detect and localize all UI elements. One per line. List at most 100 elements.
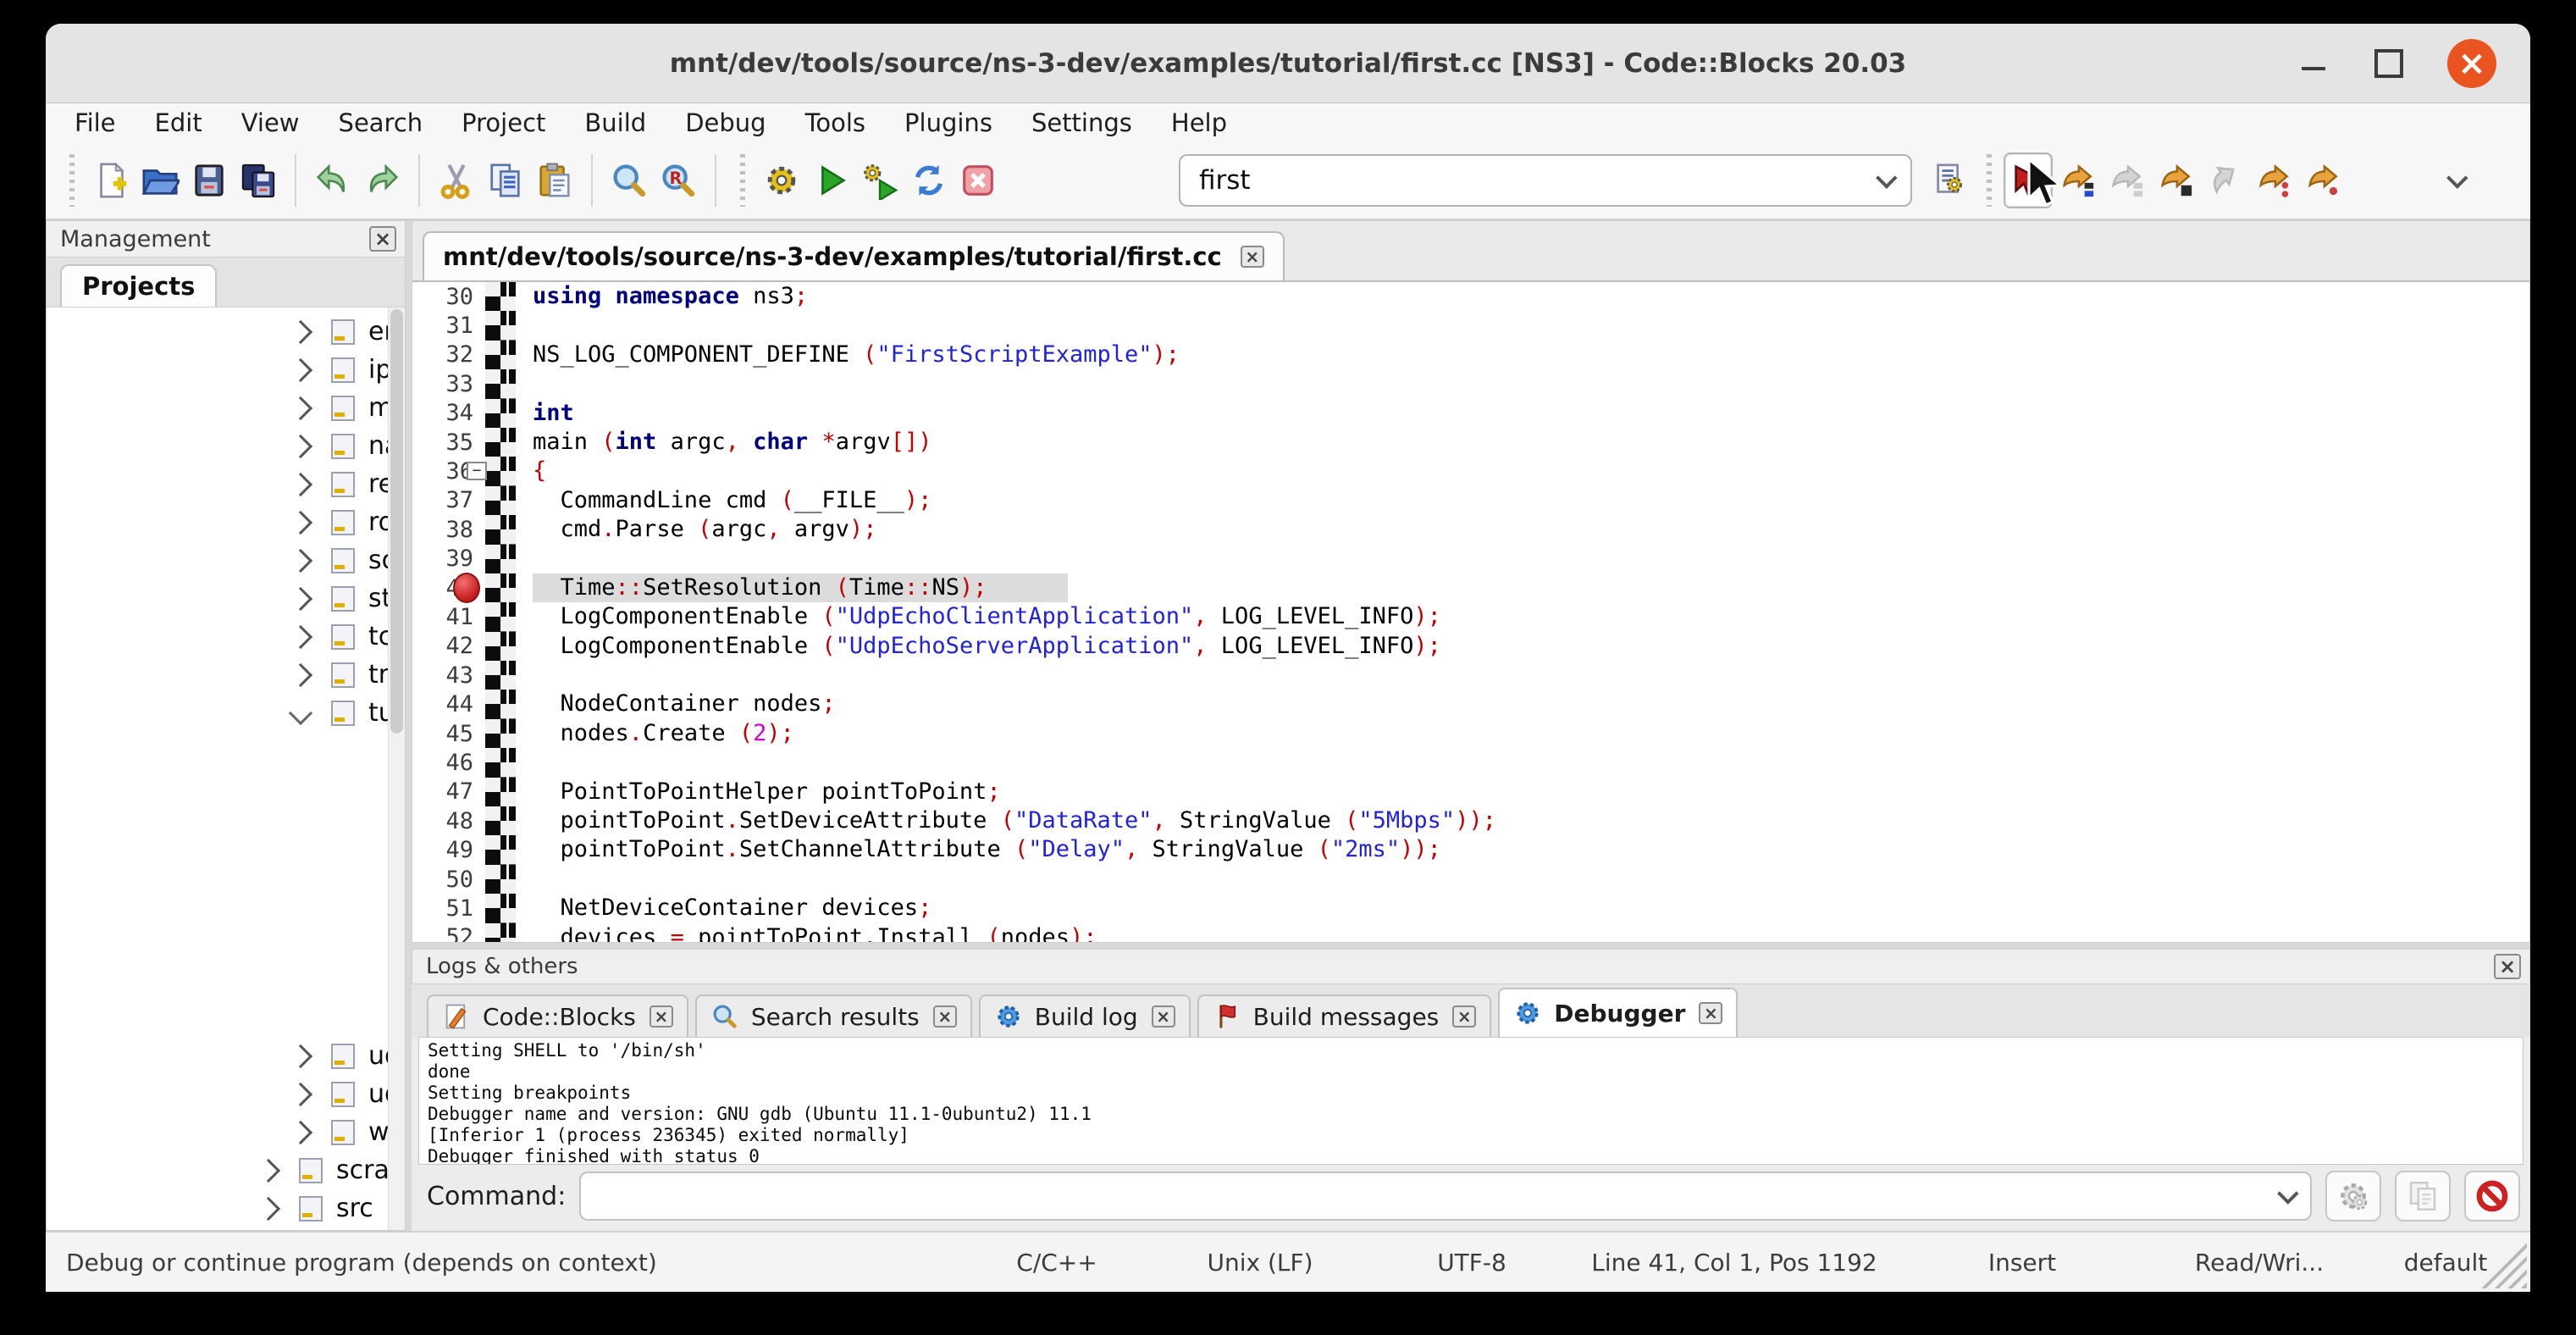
breakpoint-margin[interactable] — [485, 719, 516, 748]
breakpoint-margin[interactable] — [485, 602, 516, 631]
line-number[interactable]: 38 — [412, 517, 485, 543]
paste-button[interactable] — [530, 152, 579, 208]
search-input[interactable] — [1199, 165, 1877, 196]
tree-item-fo[interactable]: fo — [47, 808, 388, 846]
management-close-button[interactable]: × — [369, 226, 396, 252]
chevron-right-icon[interactable] — [257, 1196, 280, 1220]
breakpoint-margin[interactable] — [485, 632, 516, 661]
tree-item-erro[interactable]: erro — [47, 313, 388, 351]
tree-item-udp[interactable]: udp — [47, 1037, 388, 1075]
tree-item-tuto[interactable]: tuto — [47, 694, 388, 732]
run-to-cursor-button[interactable] — [2053, 152, 2102, 208]
chevron-right-icon[interactable] — [289, 319, 312, 343]
breakpoint-margin[interactable] — [485, 341, 516, 369]
tab-close-button[interactable]: × — [1699, 1002, 1722, 1024]
line-number[interactable]: 52 — [412, 924, 485, 942]
line-number[interactable]: 48 — [412, 808, 485, 834]
cut-button[interactable] — [432, 152, 481, 208]
tab-close-button[interactable]: × — [933, 1005, 957, 1028]
tree-item-se[interactable]: se — [47, 922, 388, 961]
line-number[interactable]: 39 — [412, 546, 485, 572]
editor-tab-first-cc[interactable]: mnt/dev/tools/source/ns-3-dev/examples/t… — [423, 231, 1285, 280]
run-button[interactable] — [806, 152, 855, 208]
line-number[interactable]: 46 — [412, 750, 485, 776]
tree-item-nam[interactable]: nam — [47, 427, 388, 465]
tree-item-udp-[interactable]: udp- — [47, 1075, 388, 1113]
chevron-down-icon[interactable] — [2277, 1183, 2298, 1204]
next-instruction-button[interactable] — [2249, 152, 2298, 208]
breakpoint-margin[interactable] — [485, 661, 516, 690]
line-number[interactable]: 43 — [412, 662, 485, 689]
management-header[interactable]: Management × — [46, 220, 406, 258]
line-number[interactable]: 41 — [412, 604, 485, 630]
line-number[interactable]: 35 — [412, 429, 485, 456]
tree-item-tcp[interactable]: tcp — [47, 618, 388, 656]
chevron-right-icon[interactable] — [289, 1082, 312, 1105]
find-button[interactable] — [605, 152, 654, 208]
line-number[interactable]: 30 — [412, 284, 485, 310]
new-file-button[interactable] — [86, 152, 135, 208]
line-number[interactable]: 49 — [412, 837, 485, 863]
tab-projects[interactable]: Projects — [60, 264, 217, 307]
chevron-right-icon[interactable] — [289, 434, 312, 457]
step-into-button[interactable] — [2151, 152, 2200, 208]
menu-help[interactable]: Help — [1171, 108, 1227, 137]
command-combo[interactable] — [579, 1172, 2312, 1221]
breakpoint-icon[interactable] — [453, 573, 480, 603]
breakpoint-margin[interactable] — [485, 428, 516, 457]
build-and-run-button[interactable] — [855, 152, 904, 208]
line-number[interactable]: 45 — [412, 721, 485, 747]
chevron-right-icon[interactable] — [289, 1044, 312, 1067]
tree-item-scratch[interactable]: scratch — [47, 1151, 388, 1189]
line-number[interactable]: 51 — [412, 895, 485, 922]
open-file-button[interactable] — [135, 152, 185, 208]
close-button[interactable]: × — [2447, 39, 2496, 88]
menu-tools[interactable]: Tools — [805, 108, 865, 137]
line-number[interactable]: 31 — [412, 313, 485, 339]
tree-item-fir[interactable]: fir — [47, 770, 388, 808]
tree-item-se[interactable]: se — [47, 884, 388, 922]
chevron-down-icon[interactable] — [1876, 167, 1897, 188]
tab-close-button[interactable]: × — [1152, 1005, 1175, 1028]
save-all-button[interactable] — [234, 152, 283, 208]
build-button[interactable] — [757, 152, 806, 208]
scrollbar-thumb[interactable] — [390, 309, 403, 734]
rebuild-button[interactable] — [904, 152, 954, 208]
tree-item-six[interactable]: six — [47, 961, 388, 999]
breakpoint-margin[interactable] — [485, 282, 516, 311]
menu-plugins[interactable]: Plugins — [904, 108, 992, 137]
copy-button[interactable] — [481, 152, 530, 208]
breakpoint-margin[interactable] — [485, 806, 516, 835]
debug-continue-button[interactable] — [2004, 152, 2053, 208]
tree-item-mat[interactable]: mat — [47, 389, 388, 427]
tree-item-wire[interactable]: wire — [47, 1113, 388, 1151]
breakpoint-margin[interactable] — [485, 515, 516, 544]
breakpoint-margin[interactable] — [485, 690, 516, 718]
chevron-right-icon[interactable] — [289, 662, 312, 686]
chevron-down-icon[interactable] — [289, 701, 312, 724]
menu-settings[interactable]: Settings — [1031, 108, 1132, 137]
project-tree[interactable]: erroipv6matnamreallroutsockstattcptraflt… — [47, 307, 388, 1230]
breakpoint-margin[interactable] — [485, 748, 516, 777]
tree-item-stat[interactable]: stat — [47, 579, 388, 618]
line-number[interactable]: 37 — [412, 487, 485, 513]
menu-edit[interactable]: Edit — [155, 108, 202, 137]
incremental-search-options-button[interactable] — [1926, 152, 1975, 208]
editor-tab-close-button[interactable]: × — [1241, 246, 1264, 268]
breakpoint-margin[interactable] — [485, 399, 516, 428]
logs-header[interactable]: Logs & others × — [412, 949, 2530, 984]
fold-marker-icon[interactable]: − — [467, 462, 487, 480]
chevron-right-icon[interactable] — [289, 624, 312, 648]
tree-item-sock[interactable]: sock — [47, 541, 388, 579]
debugger-settings-button[interactable] — [2325, 1171, 2381, 1221]
line-number[interactable]: 44 — [412, 691, 485, 717]
logs-tab-build-messages[interactable]: Build messages× — [1197, 994, 1492, 1037]
tree-item-trafl[interactable]: trafl — [47, 656, 388, 694]
breakpoint-margin[interactable] — [485, 311, 516, 340]
line-number[interactable]: 47 — [412, 778, 485, 805]
toolbar-overflow-chevron-icon[interactable] — [2446, 167, 2468, 188]
breakpoint-margin[interactable] — [485, 486, 516, 515]
abort-build-button[interactable] — [954, 152, 1003, 208]
tree-item-ipv6[interactable]: ipv6 — [47, 351, 388, 389]
debugger-output[interactable]: Setting SHELL to '/bin/sh'doneSetting br… — [418, 1037, 2523, 1165]
